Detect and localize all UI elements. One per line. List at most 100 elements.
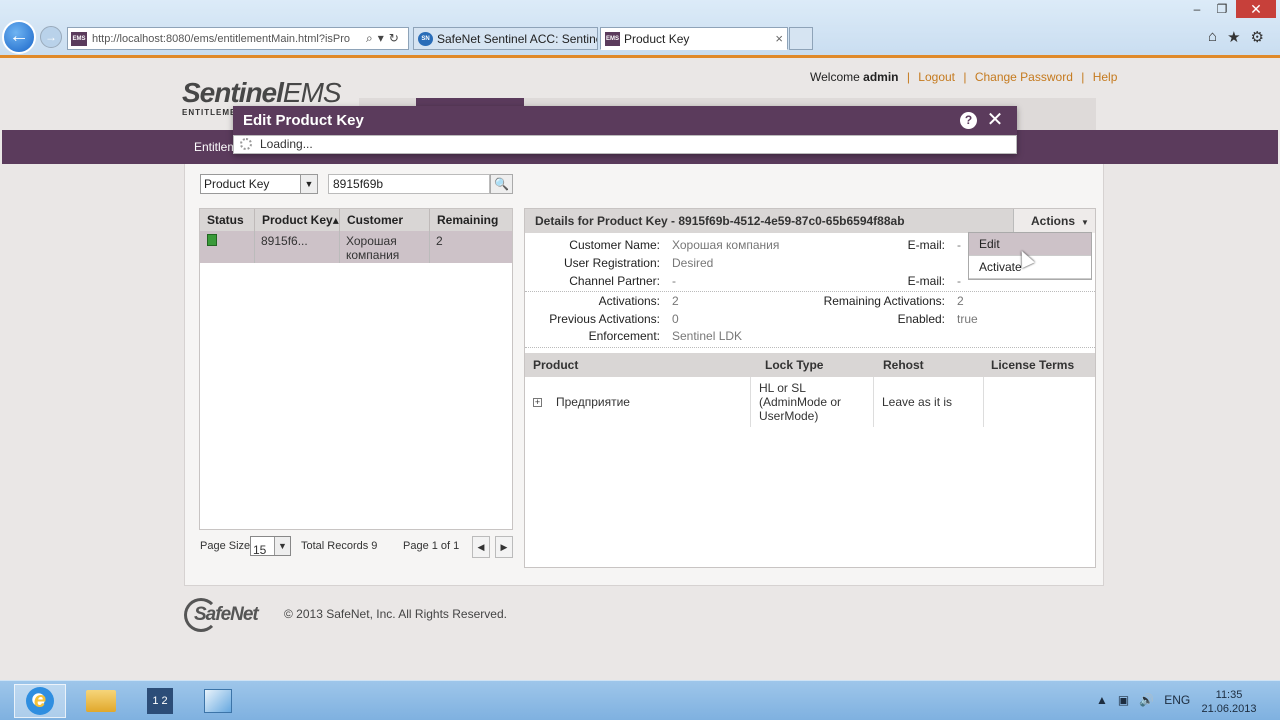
table-row[interactable]: + Предприятие HL or SL (AdminMode or UserM… (525, 377, 1095, 427)
maximize-icon[interactable]: ❐ (1210, 0, 1234, 18)
back-button[interactable]: ← (2, 20, 36, 54)
expand-plus-icon[interactable]: + (533, 397, 542, 407)
help-link[interactable]: Help (1093, 70, 1118, 84)
system-tray: ▲ ▣ 🔊 ENG (1096, 693, 1190, 707)
taskbar: e 1 2 ▲ ▣ 🔊 ENG 11:35 21.06.2013 (0, 680, 1280, 720)
loading-text: Loading... (260, 137, 313, 151)
top-links: Welcome admin | Logout | Change Password… (810, 70, 1118, 84)
details-header: Details for Product Key - 8915f69b-4512-… (525, 209, 1095, 233)
customer-name-value: Хорошая компания (672, 238, 780, 252)
loading-spinner-icon (240, 138, 252, 150)
cell-lock-type: HL or SL (AdminMode or UserMode) (751, 377, 874, 427)
page-size-label: Page Size (200, 540, 251, 552)
search-field-select[interactable]: Product Key ▼ (200, 174, 318, 194)
dialog-title: Edit Product Key (233, 106, 1017, 135)
folder-icon (86, 690, 116, 712)
products-header: Product Lock Type Rehost License Terms (525, 353, 1095, 377)
app-window-icon (204, 689, 232, 713)
nav-item-entitlements[interactable]: Entitlem (194, 140, 237, 154)
search-icon[interactable]: ⌕ (366, 31, 373, 46)
column-remaining[interactable]: Remaining (430, 209, 514, 231)
search-button[interactable]: 🔍 (490, 174, 513, 194)
search-input[interactable]: 8915f69b (328, 174, 490, 194)
tab-label: SafeNet Sentinel ACC: Sentinel... (437, 31, 598, 46)
browser-chrome: ← → EMS http://localhost:8080/ems/entitl… (0, 0, 1280, 56)
total-records: Total Records 9 (301, 540, 378, 552)
chevron-down-icon: ▼ (300, 175, 317, 193)
favorites-star-icon[interactable]: ★ (1227, 28, 1240, 46)
page-size-select[interactable]: 15 ▼ (250, 536, 291, 557)
status-document-icon (207, 234, 217, 246)
cell-remaining: 2 (436, 234, 443, 248)
taskbar-internet-explorer[interactable]: e (14, 684, 66, 718)
activations-value: 2 (672, 294, 679, 308)
prev-page-button[interactable]: ◀ (472, 536, 490, 558)
remaining-activations-value: 2 (957, 294, 964, 308)
forward-button[interactable]: → (40, 26, 62, 48)
page-info: Page 1 of 1 (403, 540, 460, 552)
cell-rehost: Leave as it is (874, 377, 984, 427)
username: admin (863, 70, 899, 84)
product-key-list: Status Product Key▴ Customer Remaining 8… (199, 208, 513, 530)
copyright: © 2013 SafeNet, Inc. All Rights Reserved… (284, 607, 507, 621)
home-icon[interactable]: ⌂ (1208, 28, 1217, 46)
window-close-icon[interactable]: ✕ (1236, 0, 1276, 18)
column-product[interactable]: Product (525, 353, 578, 377)
column-rehost[interactable]: Rehost (875, 353, 924, 377)
actions-button[interactable]: Actions ▼ (1013, 209, 1095, 233)
column-product-key[interactable]: Product Key▴ (255, 209, 340, 231)
cell-product: Предприятие (556, 395, 630, 409)
chevron-down-icon: ▼ (274, 537, 290, 555)
internet-explorer-icon: e (26, 687, 54, 715)
safenet-logo: SafeNet (184, 596, 280, 632)
column-status[interactable]: Status (200, 209, 255, 231)
details-title: Details for Product Key - 8915f69b-4512-… (535, 214, 905, 228)
column-lock-type[interactable]: Lock Type (757, 353, 823, 377)
column-license-terms[interactable]: License Terms (983, 353, 1074, 377)
column-customer[interactable]: Customer (340, 209, 430, 231)
change-password-link[interactable]: Change Password (975, 70, 1073, 84)
edit-product-key-dialog: Edit Product Key ? ✕ Loading... (233, 106, 1017, 154)
site-favicon-icon: EMS (71, 31, 87, 46)
safenet-favicon-icon: SN (418, 31, 433, 46)
enabled-value: true (957, 312, 978, 326)
cell-customer: Хорошая компания (340, 231, 430, 263)
clock[interactable]: 11:35 21.06.2013 (1196, 688, 1262, 716)
language-indicator[interactable]: ENG (1164, 693, 1190, 707)
network-icon[interactable]: ▣ (1118, 693, 1129, 707)
table-row[interactable]: 8915f6... Хорошая компания 2 (200, 231, 512, 263)
dropdown-icon[interactable]: ▾ (378, 31, 384, 46)
tab-close-icon[interactable]: × (769, 31, 783, 46)
address-url[interactable]: http://localhost:8080/ems/entitlementMai… (92, 33, 362, 45)
search-icon: 🔍 (494, 177, 509, 191)
settings-gear-icon[interactable]: ⚙ (1251, 28, 1264, 46)
show-hidden-icons-icon[interactable]: ▲ (1096, 693, 1108, 707)
minimize-icon[interactable]: – (1184, 0, 1210, 18)
caret-down-icon: ▼ (1081, 218, 1089, 227)
tab-label: Product Key (624, 31, 690, 46)
ems-favicon-icon: EMS (605, 31, 620, 46)
user-registration-value: Desired (672, 256, 714, 270)
taskbar-app-blocks[interactable]: 1 2 (134, 684, 186, 718)
next-page-button[interactable]: ▶ (495, 536, 513, 558)
dialog-body: Loading... (233, 135, 1017, 154)
help-icon[interactable]: ? (960, 112, 977, 129)
close-icon[interactable]: ✕ (985, 108, 1005, 132)
taskbar-app-window[interactable] (192, 684, 244, 718)
refresh-icon[interactable]: ↻ (389, 31, 399, 46)
volume-icon[interactable]: 🔊 (1139, 693, 1154, 707)
cell-license-terms (984, 377, 1095, 427)
welcome-text: Welcome (810, 70, 860, 84)
cell-product-key: 8915f6... (255, 231, 340, 263)
taskbar-file-explorer[interactable] (75, 684, 127, 718)
list-header: Status Product Key▴ Customer Remaining (200, 209, 512, 231)
address-bar[interactable]: EMS http://localhost:8080/ems/entitlemen… (67, 27, 409, 50)
tab-product-key[interactable]: EMS Product Key × (600, 27, 788, 50)
new-tab-button[interactable] (789, 27, 813, 50)
sort-asc-icon: ▴ (332, 213, 339, 227)
footer: SafeNet © 2013 SafeNet, Inc. All Rights … (184, 596, 507, 632)
enforcement-value: Sentinel LDK (672, 329, 743, 343)
tab-safenet-acc[interactable]: SN SafeNet Sentinel ACC: Sentinel... (413, 27, 598, 50)
blocks-icon: 1 2 (147, 688, 173, 714)
logout-link[interactable]: Logout (918, 70, 955, 84)
